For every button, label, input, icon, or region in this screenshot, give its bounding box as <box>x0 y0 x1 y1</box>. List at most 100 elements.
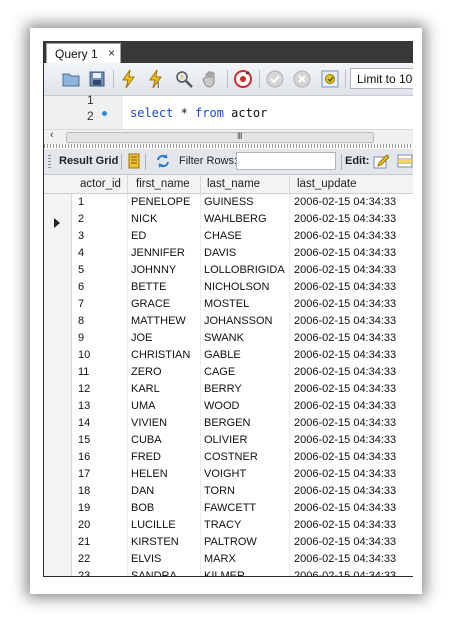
cell-last-update[interactable]: 2006-02-15 04:34:33 <box>294 570 396 576</box>
cell-first-name[interactable]: CUBA <box>131 434 162 446</box>
cell-last-name[interactable]: SWANK <box>204 332 244 344</box>
cell-last-name[interactable]: FAWCETT <box>204 502 256 514</box>
cell-last-update[interactable]: 2006-02-15 04:34:33 <box>294 485 396 497</box>
cell-last-name[interactable]: TRACY <box>204 519 241 531</box>
cell-actor-id[interactable]: 6 <box>78 281 84 293</box>
cell-actor-id[interactable]: 13 <box>78 400 90 412</box>
cell-actor-id[interactable]: 23 <box>78 570 90 576</box>
cell-actor-id[interactable]: 1 <box>78 196 84 208</box>
cell-last-update[interactable]: 2006-02-15 04:34:33 <box>294 502 396 514</box>
table-row[interactable]: 21 KIRSTEN PALTROW 2006-02-15 04:34:33 <box>72 534 413 551</box>
limit-rows-select[interactable]: Limit to 1000 <box>350 68 413 89</box>
cell-first-name[interactable]: FRED <box>131 451 161 463</box>
cell-actor-id[interactable]: 12 <box>78 383 90 395</box>
cell-first-name[interactable]: LUCILLE <box>131 519 176 531</box>
save-icon[interactable] <box>87 69 107 89</box>
table-row[interactable]: 20 LUCILLE TRACY 2006-02-15 04:34:33 <box>72 517 413 534</box>
result-grid-button[interactable]: Result Grid <box>59 155 118 167</box>
refresh-icon[interactable] <box>155 153 171 169</box>
table-row[interactable]: 18 DAN TORN 2006-02-15 04:34:33 <box>72 483 413 500</box>
cell-actor-id[interactable]: 11 <box>78 366 89 378</box>
cell-last-name[interactable]: KILMER <box>204 570 245 576</box>
table-row[interactable]: 5 JOHNNY LOLLOBRIGIDA 2006-02-15 04:34:33 <box>72 262 413 279</box>
cell-last-name[interactable]: LOLLOBRIGIDA <box>204 264 285 276</box>
cell-last-name[interactable]: GUINESS <box>204 196 254 208</box>
cell-last-name[interactable]: TORN <box>204 485 235 497</box>
cell-last-update[interactable]: 2006-02-15 04:34:33 <box>294 383 396 395</box>
cell-last-update[interactable]: 2006-02-15 04:34:33 <box>294 315 396 327</box>
open-folder-icon[interactable] <box>61 69 81 89</box>
cell-first-name[interactable]: PENELOPE <box>131 196 190 208</box>
cell-last-update[interactable]: 2006-02-15 04:34:33 <box>294 298 396 310</box>
scrollbar-thumb[interactable]: III <box>66 131 374 143</box>
cell-actor-id[interactable]: 20 <box>78 519 90 531</box>
column-header-last-update[interactable]: last_update <box>297 178 356 190</box>
cell-last-name[interactable]: COSTNER <box>204 451 258 463</box>
cell-actor-id[interactable]: 22 <box>78 553 90 565</box>
table-row[interactable]: 17 HELEN VOIGHT 2006-02-15 04:34:33 <box>72 466 413 483</box>
table-row[interactable]: 19 BOB FAWCETT 2006-02-15 04:34:33 <box>72 500 413 517</box>
cell-last-name[interactable]: JOHANSSON <box>204 315 272 327</box>
table-row[interactable]: 23 SANDRA KILMER 2006-02-15 04:34:33 <box>72 568 413 576</box>
rollback-icon[interactable] <box>292 69 312 89</box>
table-row[interactable]: 11 ZERO CAGE 2006-02-15 04:34:33 <box>72 364 413 381</box>
cell-last-name[interactable]: VOIGHT <box>204 468 246 480</box>
scroll-left-icon[interactable]: ‹ <box>50 129 54 141</box>
cell-actor-id[interactable]: 16 <box>78 451 90 463</box>
sql-code[interactable]: select * from actor <box>130 106 267 120</box>
execute-selection-icon[interactable]: I <box>146 69 166 89</box>
cell-first-name[interactable]: JOHNNY <box>131 264 176 276</box>
cell-last-name[interactable]: MARX <box>204 553 236 565</box>
cell-first-name[interactable]: KARL <box>131 383 160 395</box>
cell-last-name[interactable]: CAGE <box>204 366 235 378</box>
cell-last-name[interactable]: WAHLBERG <box>204 213 267 225</box>
cell-actor-id[interactable]: 17 <box>78 468 90 480</box>
cell-actor-id[interactable]: 5 <box>78 264 84 276</box>
cell-last-name[interactable]: PALTROW <box>204 536 257 548</box>
column-header-last-name[interactable]: last_name <box>207 178 260 190</box>
tab-query-1[interactable]: Query 1 × <box>46 43 121 63</box>
cell-first-name[interactable]: DAN <box>131 485 154 497</box>
insert-row-icon[interactable] <box>397 153 413 169</box>
cell-actor-id[interactable]: 3 <box>78 230 84 242</box>
cell-last-update[interactable]: 2006-02-15 04:34:33 <box>294 332 396 344</box>
table-row[interactable]: 14 VIVIEN BERGEN 2006-02-15 04:34:33 <box>72 415 413 432</box>
cell-last-update[interactable]: 2006-02-15 04:34:33 <box>294 400 396 412</box>
cell-last-name[interactable]: MOSTEL <box>204 298 249 310</box>
cell-actor-id[interactable]: 10 <box>78 349 90 361</box>
column-header-actor-id[interactable]: actor_id <box>80 178 121 190</box>
table-row[interactable]: 8 MATTHEW JOHANSSON 2006-02-15 04:34:33 <box>72 313 413 330</box>
close-icon[interactable]: × <box>108 46 115 60</box>
column-header-first-name[interactable]: first_name <box>136 178 190 190</box>
filter-rows-input[interactable] <box>236 152 336 170</box>
cell-last-update[interactable]: 2006-02-15 04:34:33 <box>294 468 396 480</box>
cell-actor-id[interactable]: 2 <box>78 213 84 225</box>
cell-first-name[interactable]: BETTE <box>131 281 166 293</box>
toggle-error-icon[interactable] <box>233 69 253 89</box>
cell-actor-id[interactable]: 18 <box>78 485 90 497</box>
cell-actor-id[interactable]: 8 <box>78 315 84 327</box>
cell-actor-id[interactable]: 21 <box>78 536 90 548</box>
editor-horizontal-scrollbar[interactable]: ‹ III <box>44 129 413 144</box>
execute-icon[interactable] <box>119 69 139 89</box>
cell-actor-id[interactable]: 9 <box>78 332 84 344</box>
cell-actor-id[interactable]: 15 <box>78 434 90 446</box>
cell-first-name[interactable]: MATTHEW <box>131 315 186 327</box>
cell-last-update[interactable]: 2006-02-15 04:34:33 <box>294 553 396 565</box>
table-row[interactable]: 3 ED CHASE 2006-02-15 04:34:33 <box>72 228 413 245</box>
pane-splitter[interactable] <box>44 144 413 148</box>
cell-last-name[interactable]: BERRY <box>204 383 242 395</box>
table-row[interactable]: 4 JENNIFER DAVIS 2006-02-15 04:34:33 <box>72 245 413 262</box>
table-row[interactable]: 15 CUBA OLIVIER 2006-02-15 04:34:33 <box>72 432 413 449</box>
edit-cell-icon[interactable] <box>373 153 389 169</box>
form-view-icon[interactable] <box>126 153 142 169</box>
table-row[interactable]: 10 CHRISTIAN GABLE 2006-02-15 04:34:33 <box>72 347 413 364</box>
cell-last-update[interactable]: 2006-02-15 04:34:33 <box>294 434 396 446</box>
autocommit-icon[interactable] <box>320 69 340 89</box>
cell-last-update[interactable]: 2006-02-15 04:34:33 <box>294 519 396 531</box>
cell-first-name[interactable]: ED <box>131 230 146 242</box>
cell-last-update[interactable]: 2006-02-15 04:34:33 <box>294 281 396 293</box>
cell-first-name[interactable]: ELVIS <box>131 553 161 565</box>
commit-icon[interactable] <box>265 69 285 89</box>
cell-last-name[interactable]: BERGEN <box>204 417 250 429</box>
